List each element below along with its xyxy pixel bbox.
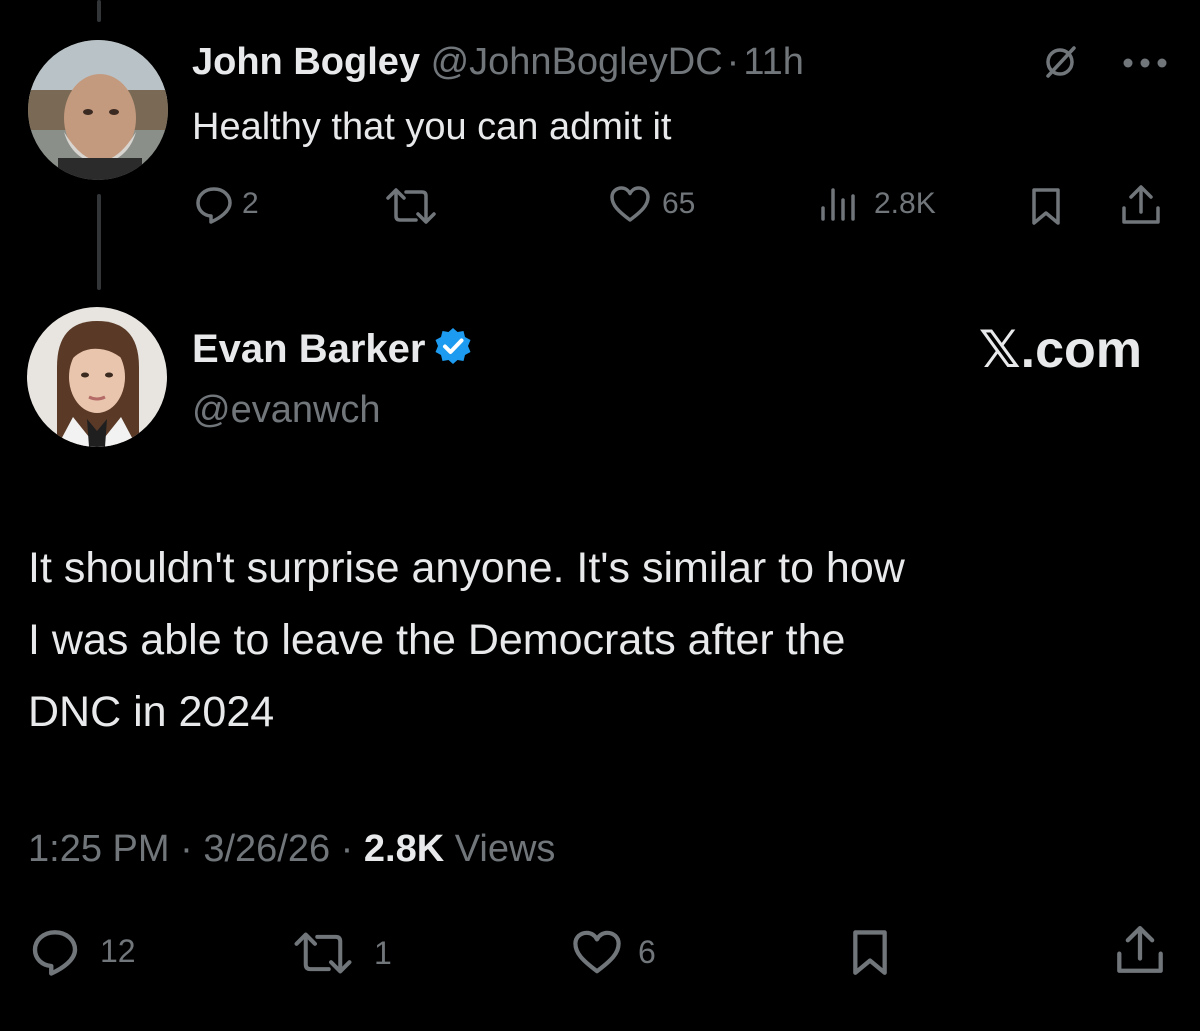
post-meta-separator: · (180, 828, 193, 870)
reply-text: Healthy that you can admit it (192, 106, 672, 148)
post-date[interactable]: 3/26/26 (203, 828, 330, 870)
grok-icon[interactable] (1040, 42, 1080, 87)
avatar-evan-barker[interactable] (27, 307, 167, 447)
x-com-brand: 𝕏.com (978, 321, 1142, 379)
reply-icon (30, 926, 80, 976)
reply-icon (194, 184, 234, 224)
reply-like-count: 65 (662, 187, 696, 220)
post-body: It shouldn't surprise anyone. It's simil… (28, 532, 905, 748)
post-bookmark-button[interactable] (848, 926, 892, 978)
share-icon (1112, 924, 1168, 976)
reply-like-button[interactable]: 65 (608, 184, 695, 224)
post-repost-count: 1 (374, 934, 392, 971)
share-icon (1118, 184, 1164, 226)
reply-reply-count: 2 (242, 187, 259, 220)
reply-reply-button[interactable]: 2 (194, 184, 259, 224)
reply-views-count: 2.8K (874, 187, 936, 220)
post-like-count: 6 (638, 933, 656, 970)
post-share-button[interactable] (1112, 924, 1168, 976)
post-reply-count: 12 (100, 932, 136, 969)
post-text-line: It shouldn't surprise anyone. It's simil… (28, 544, 905, 592)
post-text-line: I was able to leave the Democrats after … (28, 616, 846, 664)
reply-author-handle[interactable]: @JohnBogleyDC (431, 41, 723, 83)
thread-line (97, 194, 101, 290)
post-author-handle[interactable]: @evanwch (192, 388, 381, 432)
post-repost-button[interactable]: 1 (290, 930, 392, 976)
reply-timestamp[interactable]: 11h (743, 41, 804, 83)
avatar-john-bogley[interactable] (28, 40, 168, 180)
repost-icon (290, 930, 356, 976)
thread-line-top (97, 0, 101, 22)
post-views-label[interactable]: Views (455, 828, 556, 870)
post-author-line: Evan Barker (192, 326, 473, 376)
bookmark-icon (1028, 186, 1064, 226)
post-text-line: DNC in 2024 (28, 688, 275, 736)
reply-separator: · (726, 41, 740, 83)
more-icon[interactable] (1122, 56, 1168, 74)
post-handle-text: @evanwch (192, 389, 381, 431)
verified-badge-icon (433, 326, 473, 376)
reply-repost-button[interactable] (384, 186, 438, 226)
reply-share-button[interactable] (1118, 184, 1164, 226)
post-meta: 1:25 PM · 3/26/26 · 2.8K Views (28, 826, 555, 872)
repost-icon (384, 186, 438, 226)
reply-views-button[interactable]: 2.8K (818, 186, 936, 222)
reply-header: John Bogley @JohnBogleyDC · 11h (192, 40, 804, 84)
post-views-count[interactable]: 2.8K (364, 828, 444, 870)
post-like-button[interactable]: 6 (570, 928, 656, 976)
post-reply-button[interactable]: 12 (30, 926, 136, 976)
views-icon (818, 186, 860, 222)
post-meta-separator: · (340, 828, 354, 870)
reply-author-name[interactable]: John Bogley (192, 41, 420, 83)
reply-bookmark-button[interactable] (1028, 186, 1064, 226)
post-author-name[interactable]: Evan Barker (192, 327, 425, 371)
bookmark-icon (848, 926, 892, 978)
like-icon (608, 184, 652, 224)
post-time[interactable]: 1:25 PM (28, 828, 170, 870)
like-icon (570, 928, 624, 976)
